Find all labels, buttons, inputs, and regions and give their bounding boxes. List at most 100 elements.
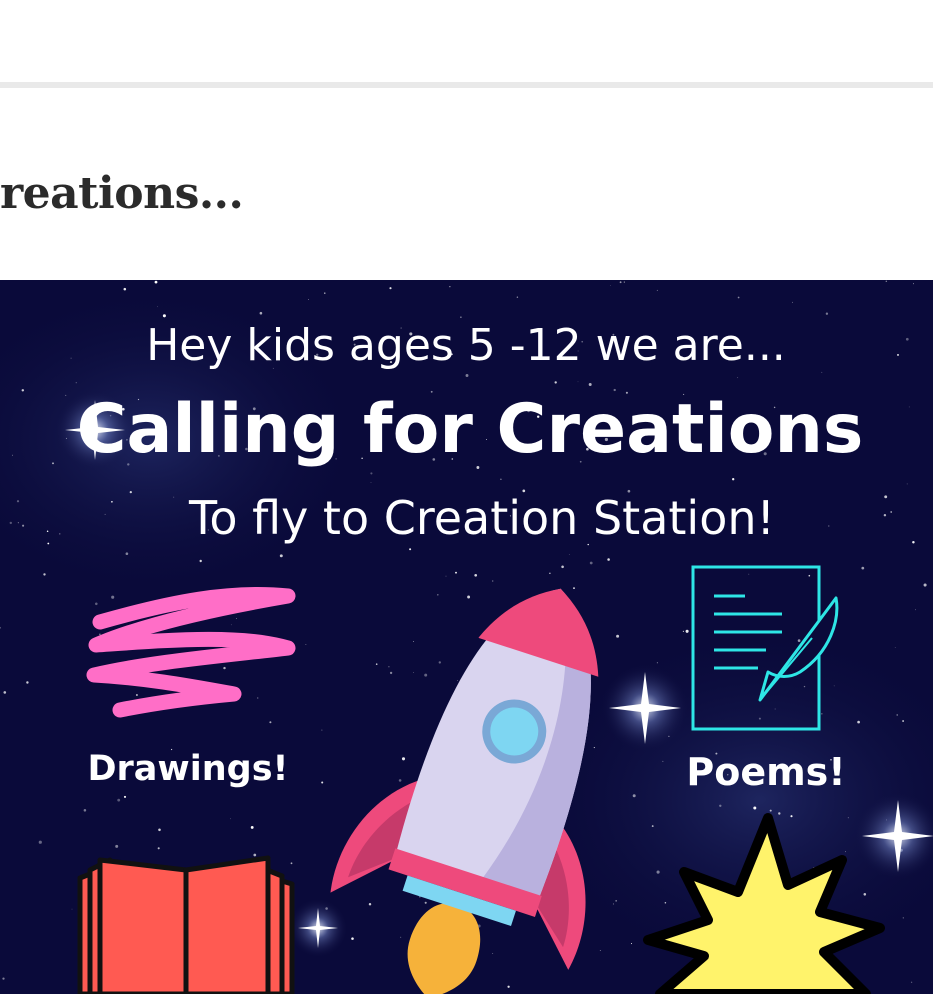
star-dot xyxy=(154,280,158,284)
star-dot xyxy=(890,511,893,513)
star-dot xyxy=(656,870,660,874)
star-dot xyxy=(561,565,564,569)
star-dot xyxy=(22,524,25,527)
star-dot xyxy=(279,554,283,558)
poster-title: Calling for Creations xyxy=(77,390,864,469)
star-dot xyxy=(825,312,829,315)
star-dot xyxy=(65,394,67,396)
star-dot xyxy=(662,760,664,762)
star-dot xyxy=(117,798,121,802)
star-dot xyxy=(308,299,309,300)
star-dot xyxy=(259,311,263,315)
star-dot xyxy=(912,540,915,544)
star-dot xyxy=(351,937,354,940)
star-dot xyxy=(2,977,5,980)
star-dot xyxy=(413,671,414,673)
star-dot xyxy=(162,314,166,318)
star-dot xyxy=(135,694,138,696)
star-dot xyxy=(230,624,232,626)
star-dot xyxy=(623,281,625,283)
star-dot xyxy=(449,286,451,288)
star-dot xyxy=(47,542,50,545)
star-dot xyxy=(902,917,904,919)
star-dot xyxy=(368,903,372,906)
star-dot xyxy=(863,893,867,896)
glowing-star-icon xyxy=(601,664,689,752)
star-dot xyxy=(719,804,722,807)
star-dot xyxy=(492,952,494,954)
star-dot xyxy=(321,729,323,731)
star-dot xyxy=(52,462,54,465)
star-dot xyxy=(389,671,393,675)
star-dot xyxy=(269,721,272,724)
star-dot xyxy=(630,943,633,945)
star-dot xyxy=(424,673,428,677)
star-dot xyxy=(388,666,390,668)
star-dot xyxy=(157,847,160,850)
star-dot xyxy=(158,828,161,832)
star-dot xyxy=(9,521,13,525)
star-dot xyxy=(737,296,740,299)
star-dot xyxy=(883,513,887,517)
star-dot xyxy=(123,795,127,798)
star-dot xyxy=(455,571,457,574)
star-dot xyxy=(321,781,324,784)
star-dot xyxy=(99,633,101,636)
star-dot xyxy=(400,936,402,938)
star-dot xyxy=(845,851,846,853)
star-dot xyxy=(250,825,254,829)
star-dot xyxy=(894,646,896,648)
star-dot xyxy=(305,644,307,645)
star-dot xyxy=(664,901,667,904)
star-dot xyxy=(732,478,735,481)
star-dot xyxy=(437,594,439,596)
star-dot xyxy=(610,285,611,286)
star-dot xyxy=(257,697,259,699)
star-dot xyxy=(398,779,402,782)
star-dot xyxy=(910,981,913,983)
star-dot xyxy=(821,713,823,715)
star-dot xyxy=(797,639,801,642)
poster-artwork: Hey kids ages 5 -12 we are... Calling fo… xyxy=(0,280,933,994)
star-dot xyxy=(12,454,13,456)
star-dot xyxy=(438,661,441,664)
star-dot xyxy=(803,685,806,688)
star-dot xyxy=(324,292,326,294)
poster-line-3: To fly to Creation Station! xyxy=(188,491,775,545)
star-dot xyxy=(229,818,231,820)
star-dot xyxy=(16,500,20,503)
star-dot xyxy=(70,357,72,359)
star-dot xyxy=(923,583,927,587)
star-dot xyxy=(474,573,478,577)
star-dot xyxy=(554,381,557,384)
star-dot xyxy=(199,559,202,563)
star-dot xyxy=(599,950,601,951)
glowing-star-icon xyxy=(288,898,348,958)
star-dot xyxy=(861,566,865,570)
star-dot xyxy=(370,482,372,483)
star-dot xyxy=(409,548,412,551)
star-dot xyxy=(104,513,106,515)
star-dot xyxy=(753,806,757,810)
poster-line-1: Hey kids ages 5 -12 we are... xyxy=(146,320,786,371)
star-dot xyxy=(748,573,750,575)
star-dot xyxy=(577,381,579,383)
star-dot xyxy=(790,815,793,818)
star-dot xyxy=(857,720,860,724)
star-dot xyxy=(607,558,610,561)
star-dot xyxy=(656,662,658,664)
calling-for-creations-poster: Hey kids ages 5 -12 we are... Calling fo… xyxy=(0,280,933,994)
star-dot xyxy=(774,708,776,710)
star-dot xyxy=(465,374,469,377)
star-dot xyxy=(549,572,551,574)
star-dot xyxy=(26,681,29,684)
star-dot xyxy=(43,573,46,576)
star-dot xyxy=(612,903,615,905)
star-dot xyxy=(737,377,739,379)
header-divider xyxy=(0,82,933,88)
star-dot xyxy=(3,691,7,694)
star-dot xyxy=(906,483,908,485)
star-dot xyxy=(223,666,226,670)
star-dot xyxy=(615,900,617,902)
star-dot xyxy=(915,609,916,611)
